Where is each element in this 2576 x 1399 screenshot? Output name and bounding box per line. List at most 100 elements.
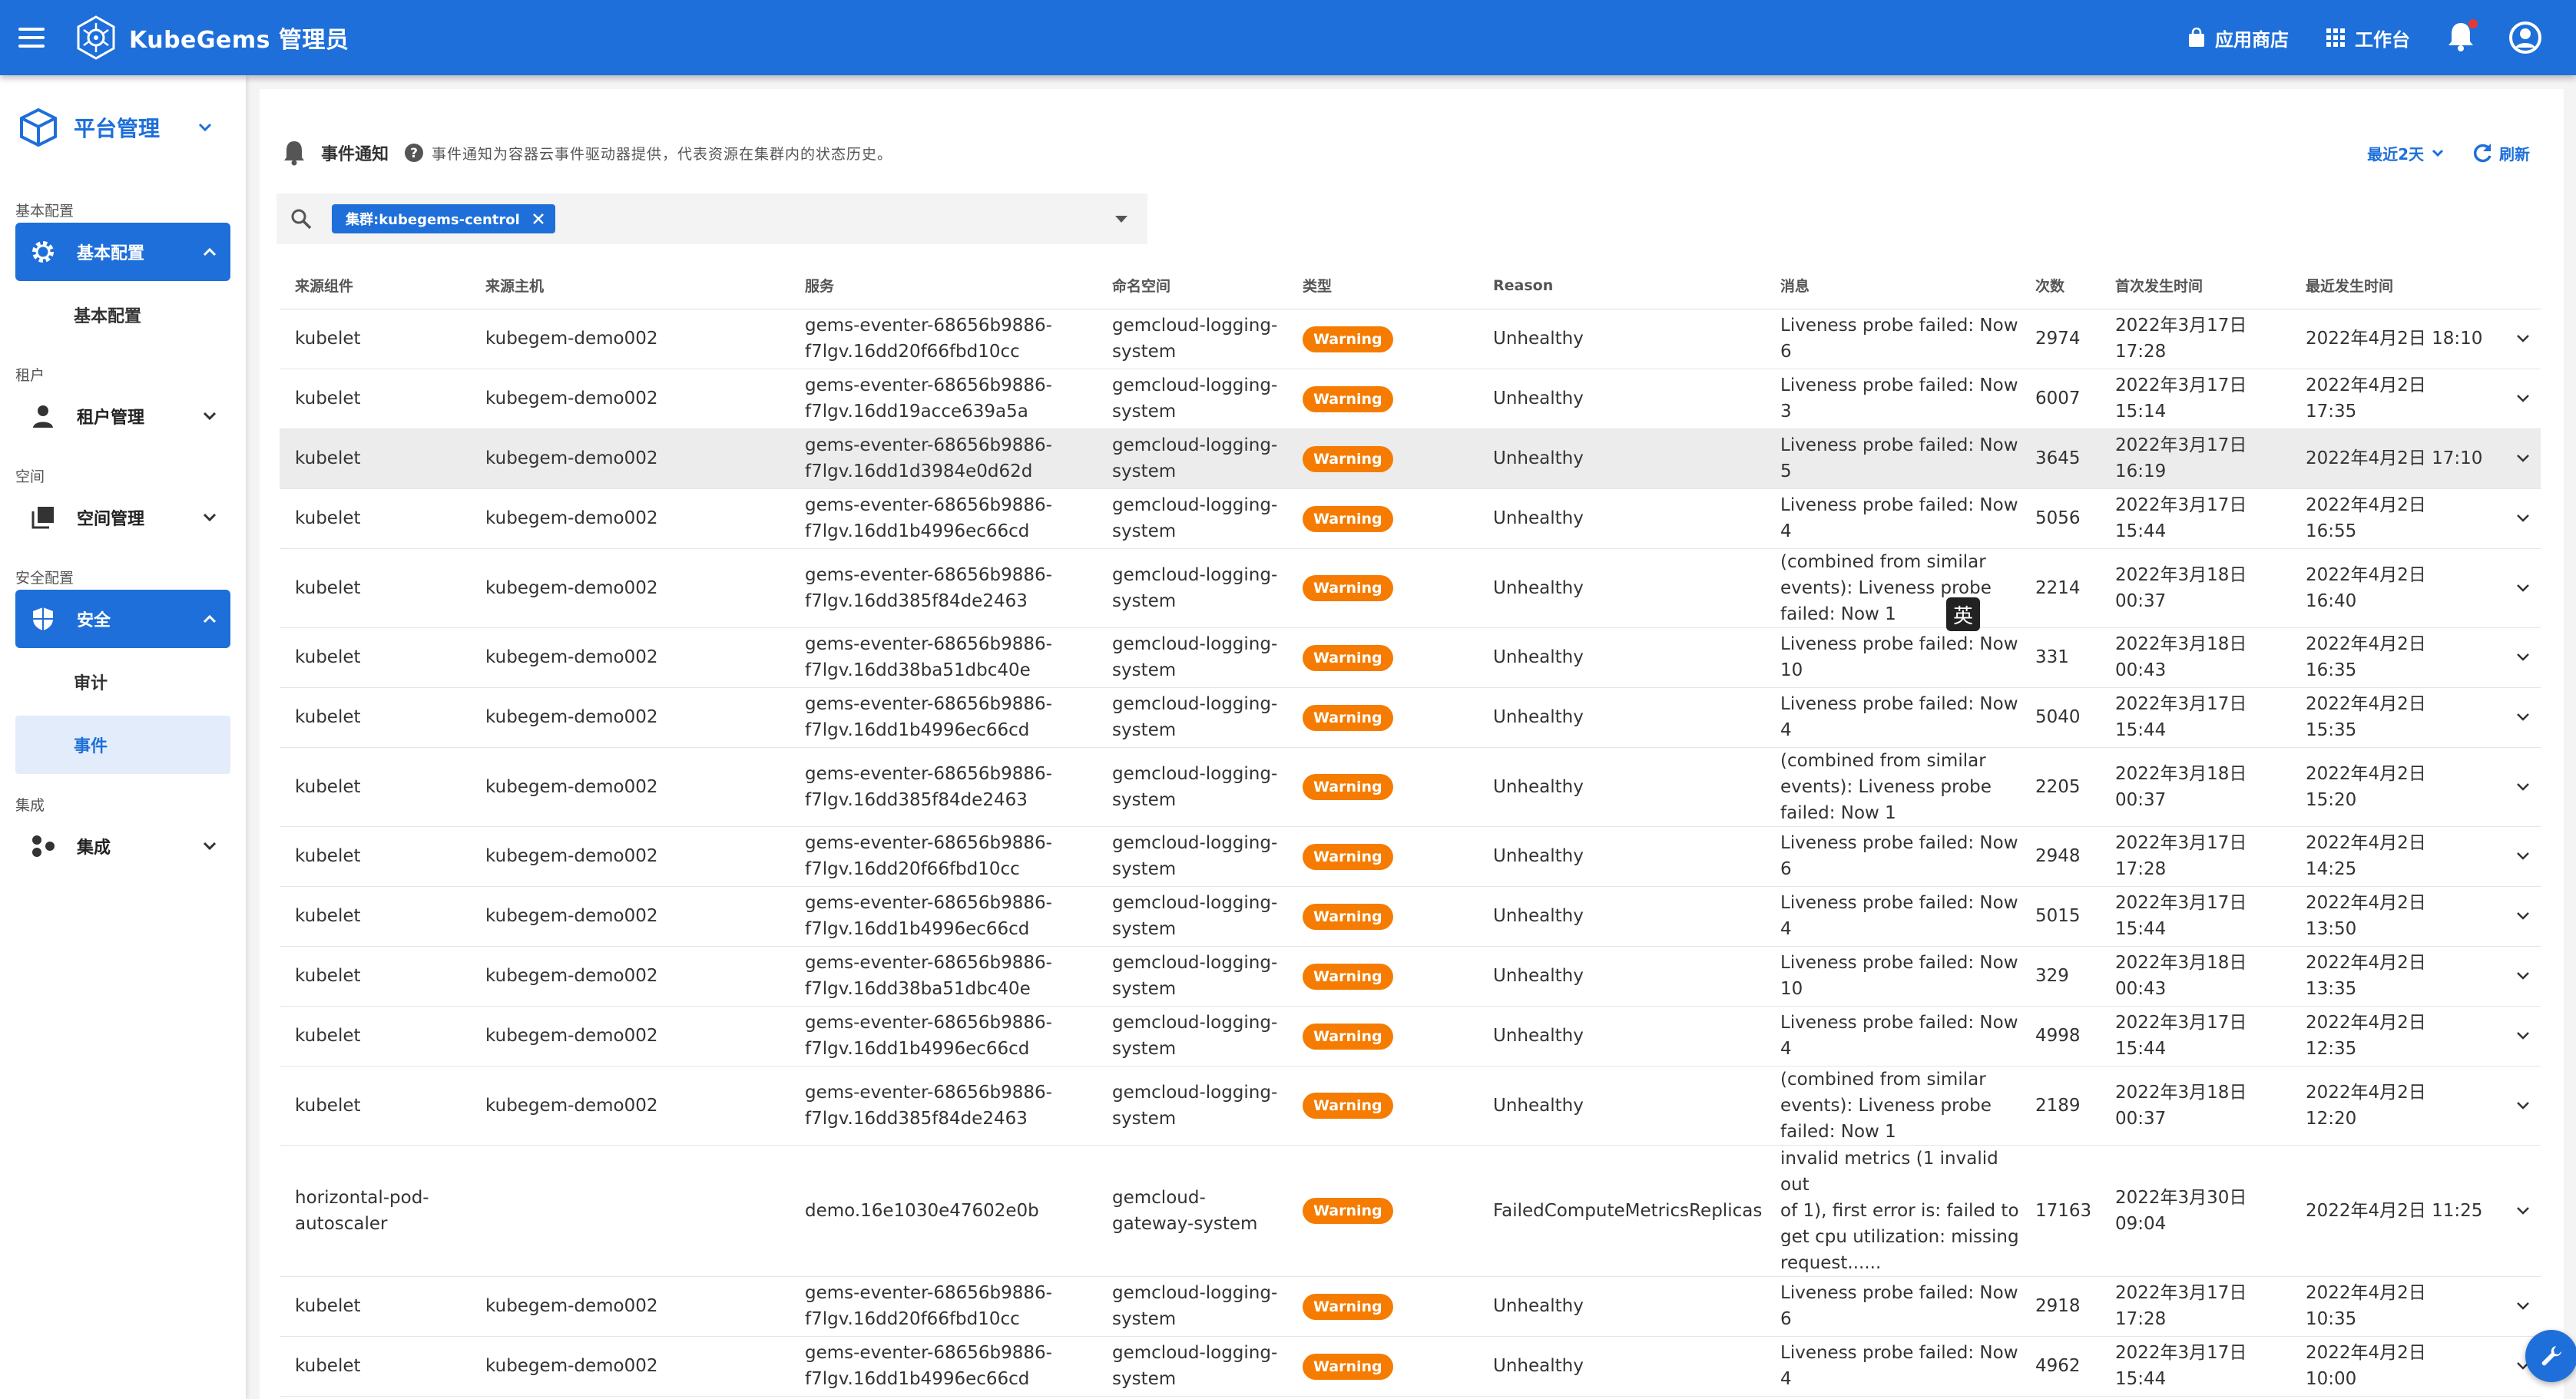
cell-expand[interactable] [2490,747,2541,827]
cell-service: gems-eventer-68656b9886- f7lgv.16dd1d398… [790,428,1097,489]
table-row[interactable]: kubeletkubegem-demo002gems-eventer-68656… [280,826,2541,887]
table-row[interactable]: kubeletkubegem-demo002gems-eventer-68656… [280,946,2541,1007]
cell-reason: Unhealthy [1478,826,1765,887]
menu-icon[interactable] [18,28,45,48]
search-dropdown-caret[interactable] [1115,215,1127,223]
chevron-down-icon[interactable] [2505,1206,2541,1215]
cell-first: 2022年3月18日 00:37 [2100,548,2290,628]
table-row[interactable]: kubeletkubegem-demo002gems-eventer-68656… [280,886,2541,947]
sidebar-item-basic-config[interactable]: 基本配置 [15,223,230,281]
search-bar[interactable]: 集群:kubegems-centrol [276,193,1147,244]
cell-expand[interactable] [2490,1145,2541,1277]
cell-expand[interactable] [2490,627,2541,688]
chevron-down-icon[interactable] [2505,782,2541,792]
sidebar-subitem-events[interactable]: 事件 [15,716,230,774]
tools-fab[interactable] [2525,1330,2576,1382]
column-header: 消息 [1765,263,2020,309]
cell-expand[interactable] [2490,886,2541,947]
chevron-down-icon[interactable] [2505,514,2541,523]
table-row[interactable]: kubeletkubegem-demo002gems-eventer-68656… [280,1006,2541,1067]
cell-component: kubelet [280,428,470,489]
time-range-select[interactable]: 最近2天 [2367,142,2444,164]
table-row[interactable]: kubeletkubegem-demo002gems-eventer-68656… [280,1396,2541,1399]
cell-service: gems-eventer-68656b9886- f7lgv.16dd38ba5… [790,627,1097,688]
cell-host: kubegem-demo002 [470,747,790,827]
sidebar-item-space[interactable]: 空间管理 [15,488,230,547]
sidebar-item-security[interactable]: 安全 [15,590,230,648]
table-row[interactable]: kubeletkubegem-demo002gems-eventer-68656… [280,687,2541,748]
table-row[interactable]: kubeletkubegem-demo002gems-eventer-68656… [280,627,2541,688]
cell-last: 2022年4月2日 17:10 [2290,428,2490,489]
cell-expand[interactable] [2490,428,2541,489]
column-header: 次数 [2020,263,2100,309]
chevron-down-icon[interactable] [2505,1031,2541,1040]
workbench-button[interactable]: 工作台 [2326,25,2410,51]
table-row[interactable]: kubeletkubegem-demo002gems-eventer-68656… [280,1066,2541,1146]
cell-message: Liveness probe failed: Now 4 [1765,488,2020,549]
close-icon[interactable] [532,213,545,225]
search-input[interactable] [565,203,1115,234]
chevron-down-icon[interactable] [2505,394,2541,403]
cell-message: Liveness probe failed: Now 3 [1765,369,2020,429]
sidebar-subitem-audit[interactable]: 审计 [15,653,230,711]
cell-first: 2022年3月17日 15:44 [2100,1006,2290,1067]
table-row[interactable]: kubeletkubegem-demo002gems-eventer-68656… [280,428,2541,489]
chevron-down-icon[interactable] [2505,584,2541,593]
cell-component: kubelet [280,488,470,549]
table-row[interactable]: kubeletkubegem-demo002gems-eventer-68656… [280,1336,2541,1397]
chevron-down-icon[interactable] [2505,852,2541,861]
sidebar-subitem-basic-config[interactable]: 基本配置 [15,286,230,344]
chevron-down-icon[interactable] [2505,334,2541,343]
table-row[interactable]: kubeletkubegem-demo002gems-eventer-68656… [280,1276,2541,1337]
notifications-button[interactable] [2447,19,2478,55]
bell-icon [284,141,304,166]
cell-last: 2022年4月2日 12:35 [2290,1006,2490,1067]
cell-expand[interactable] [2490,687,2541,748]
cell-namespace: gemcloud-logging- system [1097,747,1287,827]
platform-selector[interactable]: 平台管理 [0,75,246,180]
cell-expand[interactable] [2490,1066,2541,1146]
cell-expand[interactable] [2490,369,2541,429]
cell-service: gems-eventer-68656b9886- f7lgv.16dd20f66… [790,1276,1097,1337]
cell-message: Liveness probe failed: Now 6 [1765,1276,2020,1337]
chevron-down-icon[interactable] [2505,653,2541,662]
cell-count: 2205 [2020,747,2100,827]
chevron-down-icon[interactable] [2505,454,2541,463]
cell-last: 2022年4月2日 15:35 [2290,687,2490,748]
sidebar-item-tenant[interactable]: 租户管理 [15,387,230,445]
cell-type: Warning [1287,886,1478,947]
app-store-button[interactable]: 应用商店 [2187,25,2289,51]
cell-expand[interactable] [2490,1006,2541,1067]
table-row[interactable]: kubeletkubegem-demo002gems-eventer-68656… [280,747,2541,827]
cell-namespace: gemcloud-logging- system [1097,826,1287,887]
chevron-down-icon[interactable] [2505,1101,2541,1110]
chevron-down-icon[interactable] [2505,713,2541,722]
cell-expand[interactable] [2490,309,2541,369]
table-row[interactable]: kubeletkubegem-demo002gems-eventer-68656… [280,369,2541,429]
app-title: KubeGems 管理员 [129,27,349,54]
cell-expand[interactable] [2490,826,2541,887]
chevron-down-icon[interactable] [2505,1301,2541,1311]
svg-text:?: ? [410,146,418,161]
cell-service: gems-eventer-68656b9886- f7lgv.16dd385f8… [790,548,1097,628]
cell-type: Warning [1287,1145,1478,1277]
chevron-down-icon[interactable] [2505,911,2541,921]
cell-expand[interactable] [2490,488,2541,549]
cell-expand[interactable] [2490,1396,2541,1399]
status-badge: Warning [1303,1093,1393,1119]
table-row[interactable]: horizontal-pod- autoscaler demo.16e1030e4… [280,1145,2541,1277]
table-row[interactable]: kubeletkubegem-demo002gems-eventer-68656… [280,488,2541,549]
cell-service: gems-eventer-68656b9886- f7lgv.16dd385f8… [790,747,1097,827]
cell-component: kubelet [280,1276,470,1337]
sidebar-item-integration[interactable]: 集成 [15,817,230,875]
account-icon[interactable] [2508,21,2542,55]
sidebar-item-label: 集成 [77,838,111,858]
cell-expand[interactable] [2490,1276,2541,1337]
cell-component: kubelet [280,826,470,887]
table-row[interactable]: kubeletkubegem-demo002gems-eventer-68656… [280,548,2541,628]
cell-expand[interactable] [2490,946,2541,1007]
table-row[interactable]: kubeletkubegem-demo002gems-eventer-68656… [280,309,2541,369]
refresh-button[interactable]: 刷新 [2472,142,2530,164]
cell-expand[interactable] [2490,548,2541,628]
chevron-down-icon[interactable] [2505,971,2541,981]
